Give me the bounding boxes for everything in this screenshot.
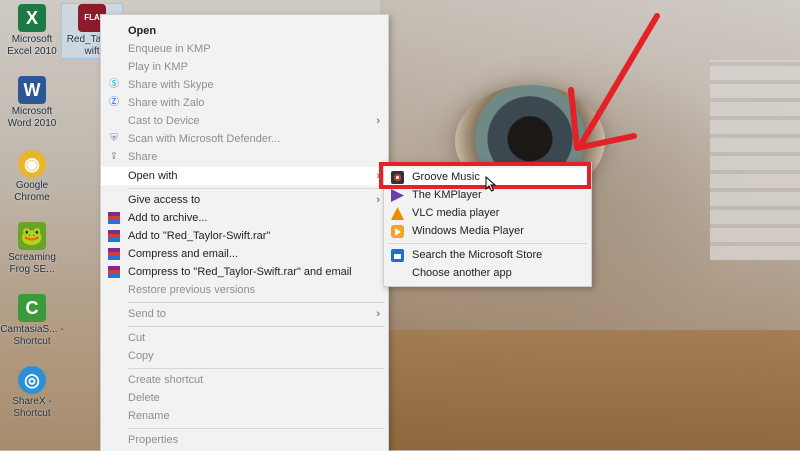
skype-icon: Ⓢ xyxy=(109,79,119,90)
menu-item-delete[interactable]: Delete xyxy=(101,389,388,407)
menu-item-label: Play in KMP xyxy=(128,61,188,73)
menu-item-label: Create shortcut xyxy=(128,374,204,386)
menu-item-label: Scan with Microsoft Defender... xyxy=(128,133,281,145)
desktop-icon-label: Google Chrome xyxy=(14,180,50,203)
wooden-table xyxy=(380,330,800,450)
menu-item-label: Share xyxy=(128,151,158,163)
menu-item-label: The KMPlayer xyxy=(412,189,482,201)
menu-item-add-to-archive[interactable]: Add to archive... xyxy=(101,209,388,227)
menu-item-create-shortcut[interactable]: Create shortcut xyxy=(101,371,388,389)
menu-item-label: Enqueue in KMP xyxy=(128,43,211,55)
menu-item-label: Windows Media Player xyxy=(412,225,524,237)
menu-item-enqueue-kmp[interactable]: Enqueue in KMP xyxy=(101,40,388,58)
menu-item-share[interactable]: ⇪ Share xyxy=(101,148,388,166)
menu-item-label: Open with xyxy=(128,170,178,182)
menu-item-label: Add to "Red_Taylor-Swift.rar" xyxy=(128,230,271,242)
menu-item-cast-to-device[interactable]: Cast to Device › xyxy=(101,112,388,130)
menu-item-label: Open xyxy=(128,25,157,37)
menu-item-label: Delete xyxy=(128,392,160,404)
desktop-icon-sharex[interactable]: ◎ ShareX - Shortcut xyxy=(0,366,64,420)
menu-separator xyxy=(388,243,587,244)
window-blinds xyxy=(710,60,800,260)
chevron-right-icon: › xyxy=(376,115,380,127)
menu-item-properties[interactable]: Properties xyxy=(101,431,388,449)
winrar-icon xyxy=(108,212,120,224)
desktop-icon-word[interactable]: W Microsoft Word 2010 xyxy=(0,76,64,130)
word-icon: W xyxy=(18,76,46,104)
menu-separator xyxy=(128,188,384,189)
menu-item-copy[interactable]: Copy xyxy=(101,347,388,365)
menu-item-compress-rar-email[interactable]: Compress to "Red_Taylor-Swift.rar" and e… xyxy=(101,263,388,281)
submenu-item-vlc[interactable]: VLC media player xyxy=(384,204,591,222)
windows-media-player-icon xyxy=(391,225,404,238)
menu-separator xyxy=(128,368,384,369)
vlc-icon xyxy=(391,207,404,220)
submenu-item-choose-another-app[interactable]: Choose another app xyxy=(384,264,591,282)
menu-item-add-to-rar[interactable]: Add to "Red_Taylor-Swift.rar" xyxy=(101,227,388,245)
desktop-icon-label: ShareX - Shortcut xyxy=(12,396,52,419)
menu-item-scan-defender[interactable]: ⛨ Scan with Microsoft Defender... xyxy=(101,130,388,148)
menu-item-label: Search the Microsoft Store xyxy=(412,249,543,261)
menu-item-label: Cut xyxy=(128,332,146,344)
chevron-right-icon: › xyxy=(376,308,380,320)
menu-item-label: Restore previous versions xyxy=(128,284,256,296)
menu-item-label: Give access to xyxy=(128,194,201,206)
winrar-icon xyxy=(108,230,120,242)
menu-separator xyxy=(128,326,384,327)
desktop-icon-screaming-frog[interactable]: 🐸 Screaming Frog SE... xyxy=(0,222,64,276)
mouse-cursor-icon xyxy=(485,176,497,192)
kmplayer-icon xyxy=(391,189,404,202)
submenu-item-microsoft-store[interactable]: Search the Microsoft Store xyxy=(384,246,591,264)
menu-item-restore-versions[interactable]: Restore previous versions xyxy=(101,281,388,299)
menu-item-cut[interactable]: Cut xyxy=(101,329,388,347)
desktop-icon-chrome[interactable]: ◉ Google Chrome xyxy=(0,150,64,204)
menu-item-label: Properties xyxy=(128,434,179,446)
menu-item-send-to[interactable]: Send to › xyxy=(101,305,388,323)
menu-item-label: Send to xyxy=(128,308,166,320)
menu-item-label: VLC media player xyxy=(412,207,500,219)
menu-item-open[interactable]: Open xyxy=(101,22,388,40)
menu-item-give-access[interactable]: Give access to › xyxy=(101,191,388,209)
submenu-item-windows-media-player[interactable]: Windows Media Player xyxy=(384,222,591,240)
chevron-right-icon: › xyxy=(376,194,380,206)
menu-item-rename[interactable]: Rename xyxy=(101,407,388,425)
desktop-icon-camtasia[interactable]: C CamtasiaS... - Shortcut xyxy=(0,294,64,348)
menu-item-label: Rename xyxy=(128,410,170,422)
desktop-icon-label: Microsoft Word 2010 xyxy=(7,106,57,129)
menu-item-label: Share with Zalo xyxy=(128,97,205,109)
winrar-icon xyxy=(108,266,120,278)
menu-item-open-with[interactable]: Open with › xyxy=(101,167,388,185)
context-menu: Open Enqueue in KMP Play in KMP Ⓢ Share … xyxy=(100,14,389,451)
excel-icon: X xyxy=(18,4,46,32)
screaming-frog-icon: 🐸 xyxy=(18,222,46,250)
menu-item-label: Share with Skype xyxy=(128,79,214,91)
winrar-icon xyxy=(108,248,120,260)
menu-item-label: Compress to "Red_Taylor-Swift.rar" and e… xyxy=(128,266,352,278)
camtasia-icon: C xyxy=(18,294,46,322)
share-icon: ⇪ xyxy=(109,151,119,162)
chrome-icon: ◉ xyxy=(18,150,46,178)
menu-separator xyxy=(128,428,384,429)
desktop-icon-label: Microsoft Excel 2010 xyxy=(7,34,57,57)
desktop-icon-excel[interactable]: X Microsoft Excel 2010 xyxy=(0,4,64,58)
defender-icon: ⛨ xyxy=(110,133,118,144)
microsoft-store-icon xyxy=(391,249,404,262)
menu-item-share-zalo[interactable]: Ⓩ Share with Zalo xyxy=(101,94,388,112)
menu-item-label: Copy xyxy=(128,350,154,362)
menu-item-label: Choose another app xyxy=(412,267,512,279)
menu-item-label: Add to archive... xyxy=(128,212,208,224)
menu-item-play-kmp[interactable]: Play in KMP xyxy=(101,58,388,76)
desktop-icon-label: CamtasiaS... - Shortcut xyxy=(0,324,64,347)
menu-item-share-skype[interactable]: Ⓢ Share with Skype xyxy=(101,76,388,94)
desktop-icon-label: Screaming Frog SE... xyxy=(8,252,56,275)
menu-item-compress-email[interactable]: Compress and email... xyxy=(101,245,388,263)
menu-item-label: Cast to Device xyxy=(128,115,200,127)
menu-item-label: Compress and email... xyxy=(128,248,239,260)
zalo-icon: Ⓩ xyxy=(109,97,119,108)
sharex-icon: ◎ xyxy=(18,366,46,394)
menu-separator xyxy=(128,302,384,303)
